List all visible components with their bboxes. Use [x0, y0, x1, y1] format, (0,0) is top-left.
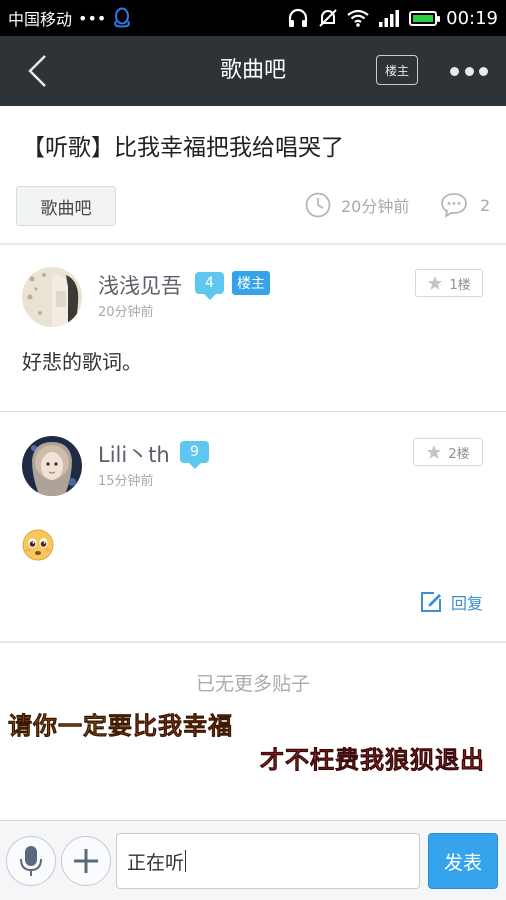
divider	[0, 243, 506, 245]
reply-input-value: 正在听	[127, 851, 185, 874]
username[interactable]: Lili丶th	[98, 439, 170, 469]
avatar[interactable]	[22, 436, 82, 496]
input-bar: 正在听 发表	[0, 820, 506, 900]
avatar-image	[22, 436, 82, 496]
thread-reply-count: 2	[440, 192, 490, 218]
star-icon	[427, 445, 442, 459]
username[interactable]: 浅浅见吾	[98, 270, 182, 300]
reply-count-text: 2	[480, 195, 491, 215]
text-caret	[185, 850, 187, 872]
thread-time-text: 20分钟前	[341, 197, 410, 216]
back-button[interactable]	[18, 51, 58, 91]
qq-icon	[114, 7, 131, 28]
edit-icon	[421, 592, 441, 612]
divider	[0, 411, 506, 412]
microphone-icon	[20, 846, 42, 876]
overlay-lyric-part-2: 要比我幸福	[108, 712, 233, 741]
reply-button[interactable]: 回复	[419, 590, 483, 614]
floor-number: 1楼	[449, 277, 471, 293]
divider	[0, 641, 506, 643]
clock: 00:19	[446, 7, 498, 29]
owner-only-button[interactable]: 楼主	[376, 55, 418, 85]
post-time: 15分钟前	[98, 474, 154, 489]
carrier-name: 中国移动	[8, 10, 73, 29]
voice-button[interactable]	[6, 836, 56, 886]
headphones-icon	[289, 8, 308, 27]
no-more-posts-text: 已无更多贴子	[195, 673, 310, 695]
battery-icon	[409, 10, 441, 26]
floor-button[interactable]: 1楼	[415, 269, 483, 297]
reply-input[interactable]: 正在听	[116, 833, 420, 889]
more-menu-button[interactable]	[446, 58, 492, 84]
chevron-left-icon	[28, 55, 46, 87]
floor-button[interactable]: 2楼	[413, 438, 483, 466]
carrier-dots: •••	[78, 8, 107, 28]
avatar[interactable]	[22, 267, 82, 327]
forum-tag-button[interactable]: 歌曲吧	[16, 186, 116, 226]
status-bar: 中国移动 ••• 00:19	[0, 0, 506, 36]
post-time: 20分钟前	[98, 305, 154, 320]
more-dot-icon	[479, 66, 488, 76]
thread-time: 20分钟前	[305, 192, 409, 218]
plus-icon	[74, 849, 98, 873]
clock-icon	[305, 192, 331, 218]
owner-tag: 楼主	[232, 271, 270, 295]
send-button[interactable]: 发表	[428, 833, 498, 889]
avatar-image	[22, 267, 82, 327]
more-dot-icon	[450, 66, 459, 76]
thread-title: 【听歌】比我幸福把我给唱哭了	[22, 135, 344, 161]
pleading-face-emoji-icon	[22, 529, 54, 561]
add-attachment-button[interactable]	[61, 836, 111, 886]
status-icons: 00:19	[287, 8, 498, 29]
mute-icon	[319, 9, 337, 27]
nav-bar: 歌曲吧 楼主	[0, 36, 506, 106]
more-dot-icon	[464, 66, 474, 76]
page-title: 歌曲吧	[219, 58, 286, 83]
star-icon	[428, 276, 443, 290]
level-badge: 9	[180, 441, 209, 469]
post-content: 好悲的歌词。	[22, 350, 142, 374]
overlay-lyric-part-1: 请你一定	[8, 712, 108, 741]
wifi-icon	[347, 9, 369, 27]
level-badge: 4	[195, 272, 224, 300]
signal-icon	[379, 10, 400, 27]
reply-label: 回复	[451, 594, 484, 613]
floor-number: 2楼	[448, 446, 470, 462]
comment-icon	[441, 193, 467, 218]
overlay-lyric-line-2: 才不枉费我狼狈退出	[260, 746, 485, 775]
carrier-info: 中国移动 •••	[8, 6, 132, 30]
overlay-lyric-line-1: 请你一定要比我幸福	[8, 706, 233, 741]
